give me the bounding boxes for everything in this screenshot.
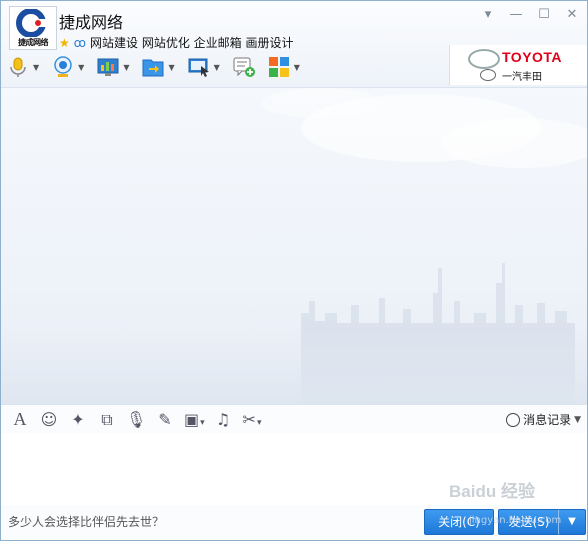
- apps-icon: [268, 57, 289, 77]
- chevron-down-icon[interactable]: ▼: [214, 63, 220, 72]
- dropdown-icon[interactable]: ▾: [481, 7, 495, 22]
- remote-desktop-button[interactable]: ▼: [188, 56, 220, 78]
- voice-call-button[interactable]: ▼: [7, 56, 39, 78]
- video-call-button[interactable]: ▼: [52, 56, 84, 78]
- chat-toolbar: ▼ ▼ ▼ ▼ ▼ ▼: [7, 56, 313, 78]
- chevron-down-icon[interactable]: ▼: [574, 415, 581, 425]
- voice-message-icon[interactable]: 🎙︎: [126, 410, 146, 429]
- star-icon: ★: [59, 35, 70, 50]
- contact-name[interactable]: 捷成网络: [59, 9, 123, 33]
- ad-banner[interactable]: TOYOTA 一汽丰田: [449, 45, 587, 85]
- watermark: Baidu 经验: [449, 482, 535, 501]
- ad-brand: TOYOTA: [502, 49, 563, 65]
- qzone-icon[interactable]: ꝏ: [74, 36, 86, 50]
- window-controls: ▾ — ☐ ✕: [481, 7, 579, 22]
- chevron-down-icon[interactable]: ▼: [168, 63, 174, 72]
- ad-subtitle: 一汽丰田: [502, 72, 542, 83]
- minimize-icon[interactable]: —: [509, 7, 523, 22]
- webcam-icon: [54, 56, 72, 77]
- message-area[interactable]: [1, 87, 587, 404]
- input-toolbar: A ☺ ✦ ⧉ 🎙︎ ✎ ▣ ♫ ✂ 消息记录 ▼: [1, 404, 587, 433]
- logo-icon: [16, 9, 46, 37]
- input-tools: A ☺ ✦ ⧉ 🎙︎ ✎ ▣ ♫ ✂: [10, 409, 262, 430]
- magic-wand-icon[interactable]: ✦: [68, 410, 88, 429]
- emoji-icon[interactable]: ☺: [39, 410, 59, 429]
- toyota-logo-icon: [468, 49, 500, 69]
- contact-signature: 网站建设 网站优化 企业邮箱 画册设计: [90, 36, 294, 50]
- faw-logo-icon: [480, 69, 496, 81]
- maximize-icon[interactable]: ☐: [537, 7, 551, 22]
- news-tip-link[interactable]: 多少人会选择比伴侣先去世？: [8, 513, 164, 530]
- chat-header: 捷成网络 捷成网络 ★ ꝏ 网站建设 网站优化 企业邮箱 画册设计 ▾ — ☐ …: [1, 1, 587, 87]
- chevron-down-icon[interactable]: ▼: [33, 63, 39, 72]
- screen-share-button[interactable]: ▼: [97, 56, 129, 78]
- skyline-background: [1, 88, 587, 404]
- scissors-icon[interactable]: ✂: [242, 410, 262, 429]
- send-options-button[interactable]: ▼: [558, 509, 586, 535]
- doodle-icon[interactable]: ✎: [155, 410, 175, 429]
- watermark-url: jingyan.baidu.com: [469, 515, 562, 526]
- chevron-down-icon[interactable]: ▼: [294, 63, 300, 72]
- create-discussion-button[interactable]: [233, 56, 255, 78]
- screen-share-icon: [97, 58, 119, 76]
- music-icon[interactable]: ♫: [213, 410, 233, 429]
- create-discussion-icon: [233, 57, 255, 77]
- history-label: 消息记录: [523, 413, 572, 427]
- apps-button[interactable]: ▼: [268, 56, 300, 78]
- send-file-icon: [142, 59, 164, 77]
- image-icon[interactable]: ▣: [184, 410, 204, 429]
- avatar[interactable]: 捷成网络: [9, 6, 57, 50]
- clock-icon: [506, 412, 521, 427]
- chat-window: 捷成网络 捷成网络 ★ ꝏ 网站建设 网站优化 企业邮箱 画册设计 ▾ — ☐ …: [0, 0, 588, 541]
- send-file-button[interactable]: ▼: [142, 56, 175, 78]
- message-history-button[interactable]: 消息记录 ▼: [506, 411, 581, 428]
- remote-desktop-icon: [188, 58, 209, 77]
- avatar-caption: 捷成网络: [18, 38, 49, 47]
- font-icon[interactable]: A: [10, 409, 30, 430]
- chevron-down-icon[interactable]: ▼: [78, 63, 84, 72]
- chevron-down-icon[interactable]: ▼: [123, 63, 129, 72]
- close-icon[interactable]: ✕: [565, 7, 579, 22]
- microphone-icon: [10, 57, 26, 77]
- contact-signature-row: ★ ꝏ 网站建设 网站优化 企业邮箱 画册设计: [59, 34, 293, 51]
- shake-window-icon[interactable]: ⧉: [97, 410, 117, 430]
